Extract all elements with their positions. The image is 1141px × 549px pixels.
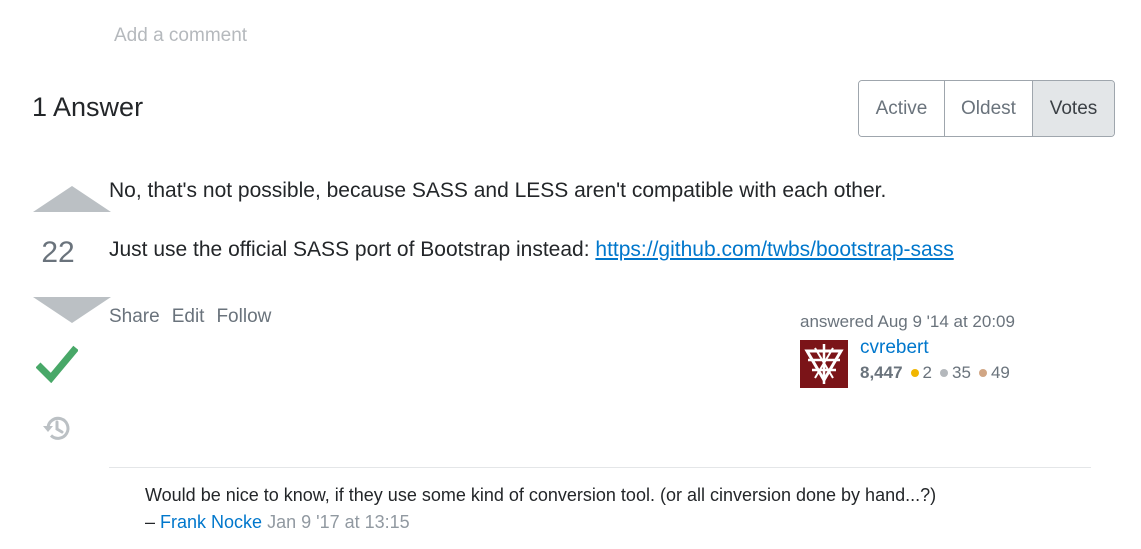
comment-dash: – xyxy=(145,512,156,532)
user-card: answered Aug 9 '14 at 20:09 cvrebert 8,4… xyxy=(800,312,1080,388)
vote-count: 22 xyxy=(41,236,75,269)
add-comment-link[interactable]: Add a comment xyxy=(114,25,247,47)
silver-badge-icon xyxy=(940,369,949,377)
accepted-checkmark-icon xyxy=(36,345,78,383)
gold-badge: 2 xyxy=(910,363,933,383)
post-menu: Share Edit Follow xyxy=(109,306,271,328)
answer-paragraph: No, that's not possible, because SASS an… xyxy=(109,179,887,202)
answers-count-header: 1 Answer xyxy=(32,92,144,122)
reputation-score: 8,447 xyxy=(860,363,903,382)
user-row: cvrebert 8,447 2 35 49 xyxy=(800,337,1080,388)
user-reputation-row: 8,447 2 35 49 xyxy=(860,363,1018,383)
comment-date[interactable]: Jan 9 '17 at 13:15 xyxy=(267,512,410,532)
question-answers-page: Add a comment 1 Answer Active Oldest Vot… xyxy=(0,0,1141,549)
upvote-arrow-icon[interactable] xyxy=(33,186,111,212)
sort-tab-active[interactable]: Active xyxy=(859,81,945,136)
bootstrap-sass-link[interactable]: https://github.com/twbs/bootstrap-sass xyxy=(595,238,953,261)
comments-list: Would be nice to know, if they use some … xyxy=(109,467,1091,549)
sort-tab-oldest[interactable]: Oldest xyxy=(945,81,1033,136)
gold-badge-icon xyxy=(910,369,919,377)
bronze-badge-icon xyxy=(978,369,987,377)
downvote-arrow-icon[interactable] xyxy=(33,297,111,323)
answered-time: answered Aug 9 '14 at 20:09 xyxy=(800,312,1015,331)
sort-tab-votes[interactable]: Votes xyxy=(1033,81,1114,136)
share-link[interactable]: Share xyxy=(109,306,160,328)
avatar[interactable] xyxy=(800,340,848,388)
history-icon[interactable] xyxy=(42,413,72,443)
comment-text: Would be nice to know, if they use some … xyxy=(145,485,937,505)
silver-badge: 35 xyxy=(940,363,971,383)
comment-user-link[interactable]: Frank Nocke xyxy=(160,512,262,532)
bronze-badge: 49 xyxy=(978,363,1010,383)
bronze-badge-count: 49 xyxy=(990,363,1010,382)
comment: Would be nice to know, if they use some … xyxy=(109,468,1091,549)
gold-badge-count: 2 xyxy=(922,363,933,382)
follow-link[interactable]: Follow xyxy=(216,306,271,328)
answer-body: No, that's not possible, because SASS an… xyxy=(109,176,1089,294)
edit-link[interactable]: Edit xyxy=(172,306,205,328)
answer-paragraph: Just use the official SASS port of Boots… xyxy=(109,235,1089,264)
silver-badge-count: 35 xyxy=(952,363,971,382)
user-details: cvrebert 8,447 2 35 49 xyxy=(860,337,1018,388)
answer-sort-tabs: Active Oldest Votes xyxy=(858,80,1115,137)
answer-paragraph-text: Just use the official SASS port of Boots… xyxy=(109,238,596,261)
user-name-link[interactable]: cvrebert xyxy=(860,337,1018,359)
